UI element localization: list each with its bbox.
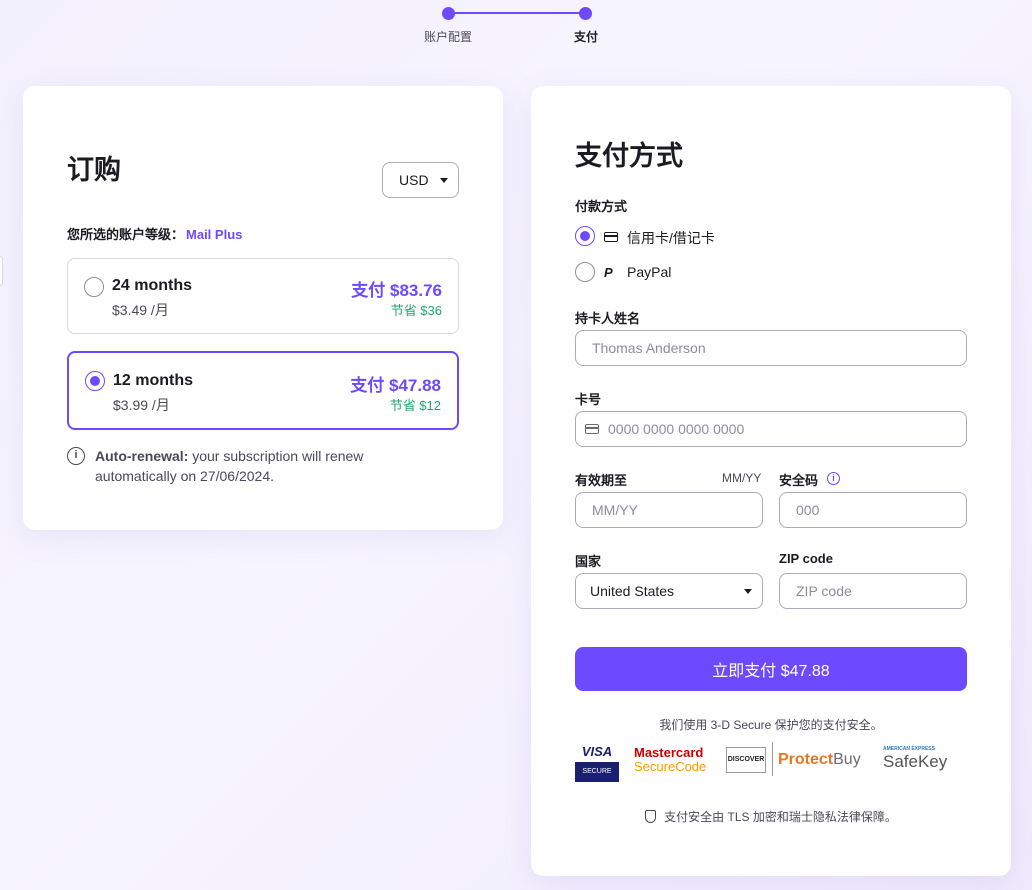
payment-method-label: 付款方式: [575, 199, 628, 214]
badge-divider: [772, 742, 773, 776]
currency-select[interactable]: USD: [382, 162, 459, 198]
order-summary-card: 订购 USD 您所选的账户等级： Mail Plus 24 months $3.4…: [23, 86, 503, 530]
country-label: 国家: [575, 554, 602, 569]
progress-stepper: 账户配置 支付: [420, 6, 620, 46]
mastercard-securecode-logo: Mastercard SecureCode: [634, 745, 707, 774]
method-radio-card[interactable]: [575, 226, 595, 246]
side-edge-tab[interactable]: [0, 256, 3, 286]
plan-monthly-price: $3.99 /月: [113, 397, 170, 413]
plan-monthly-price: $3.49 /月: [112, 302, 169, 318]
zip-label: ZIP code: [779, 551, 833, 566]
plan-savings: 节省 $12: [389, 398, 441, 413]
zip-input[interactable]: [779, 573, 967, 609]
currency-value: USD: [399, 172, 429, 188]
step-payment-dot: [579, 7, 592, 20]
plan-total-price: 支付 $47.88: [350, 376, 441, 395]
auto-renewal-text: Auto-renewal: your subscription will ren…: [67, 446, 427, 486]
expiry-label: 有效期至: [575, 473, 628, 488]
cvc-info-icon[interactable]: i: [827, 472, 840, 485]
method-paypal-label: PayPal: [627, 264, 672, 280]
shield-icon: [645, 810, 657, 823]
tls-note-text: 支付安全由 TLS 加密和瑞士隐私法律保障。: [664, 810, 897, 824]
method-paypal[interactable]: P PayPal: [575, 262, 735, 284]
plan-option-12-months[interactable]: 12 months $3.99 /月 支付 $47.88 节省 $12: [67, 351, 459, 430]
payment-card: 支付方式 付款方式 信用卡/借记卡 P PayPal 持卡人姓名 卡号 有效期至…: [531, 86, 1011, 876]
expiry-input[interactable]: [575, 492, 763, 528]
credit-card-icon: [585, 424, 599, 434]
cvc-label: 安全码: [779, 473, 819, 488]
cardholder-label: 持卡人姓名: [575, 311, 641, 326]
pay-now-button[interactable]: 立即支付 $47.88: [575, 647, 967, 691]
tls-security-note: 支付安全由 TLS 加密和瑞士隐私法律保障。: [531, 808, 1011, 825]
method-credit-card[interactable]: 信用卡/借记卡: [575, 226, 775, 248]
tier-name: Mail Plus: [186, 227, 243, 242]
caret-down-icon: [744, 589, 752, 594]
auto-renewal-notice: i Auto-renewal: your subscription will r…: [67, 446, 427, 486]
credit-card-icon: [604, 232, 618, 242]
discover-logo: DISCOVER: [726, 747, 766, 773]
protectbuy-logo: ProtectBuy: [778, 751, 861, 768]
plan-savings: 节省 $36: [390, 303, 442, 318]
cvc-input[interactable]: [779, 492, 967, 528]
plan-total-price: 支付 $83.76: [351, 281, 442, 300]
country-value: United States: [590, 583, 675, 599]
method-card-label: 信用卡/借记卡: [627, 230, 715, 246]
tier-label: 您所选的账户等级：: [67, 227, 185, 242]
plan-radio-12-months[interactable]: [85, 371, 105, 391]
step-payment-label: 支付: [574, 30, 599, 44]
security-badges: VISA SECURE Mastercard SecureCode DISCOV…: [575, 742, 967, 786]
country-select[interactable]: United States: [575, 573, 763, 609]
order-title: 订购: [67, 155, 121, 185]
cardholder-input[interactable]: [575, 330, 967, 366]
plan-name: 12 months: [113, 372, 194, 389]
auto-renewal-bold: Auto-renewal:: [95, 448, 189, 464]
payment-title: 支付方式: [575, 141, 683, 171]
selected-tier: 您所选的账户等级： Mail Plus: [67, 224, 242, 243]
caret-down-icon: [440, 178, 448, 183]
method-radio-paypal[interactable]: [575, 262, 595, 282]
3d-secure-note: 我们使用 3-D Secure 保护您的支付安全。: [659, 718, 883, 732]
step-account-label: 账户配置: [424, 30, 473, 44]
visa-secure-logo: VISA SECURE: [575, 744, 619, 782]
amex-safekey-logo: AMERICAN EXPRESS SafeKey: [883, 746, 948, 771]
plan-option-24-months[interactable]: 24 months $3.49 /月 支付 $83.76 节省 $36: [67, 258, 459, 334]
plan-name: 24 months: [112, 277, 193, 294]
step-connector: [454, 12, 580, 14]
paypal-icon: P: [604, 265, 613, 280]
plan-radio-24-months[interactable]: [84, 277, 104, 297]
expiry-format-hint: MM/YY: [722, 471, 762, 485]
info-icon: i: [67, 447, 85, 465]
card-number-input[interactable]: [575, 411, 967, 447]
card-number-label: 卡号: [575, 392, 602, 407]
